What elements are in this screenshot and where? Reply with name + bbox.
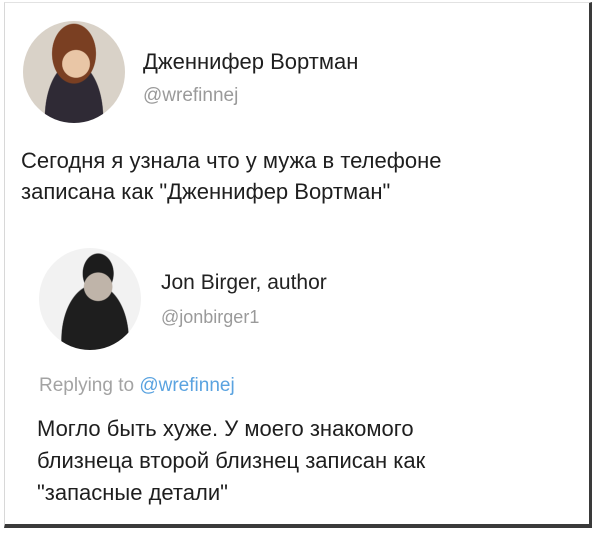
avatar[interactable] [23, 21, 125, 123]
user-handle[interactable]: @jonbirger1 [161, 307, 259, 328]
display-name[interactable]: Jon Birger, author [161, 271, 327, 295]
replying-to-line: Replying to @wrefinnej [39, 375, 235, 397]
tweet-text: Сегодня я узнала что у мужа в телефоне з… [21, 148, 442, 204]
replying-prefix: Replying to [39, 375, 140, 396]
user-handle[interactable]: @wrefinnej [143, 85, 238, 107]
screenshot-frame: Дженнифер Вортман @wrefinnej Сегодня я у… [4, 2, 592, 528]
avatar[interactable] [39, 248, 141, 350]
mention-link[interactable]: @wrefinnej [139, 375, 234, 396]
display-name[interactable]: Дженнифер Вортман [143, 49, 358, 75]
tweet-text: Могло быть хуже. У моего знакомого близн… [37, 416, 426, 505]
